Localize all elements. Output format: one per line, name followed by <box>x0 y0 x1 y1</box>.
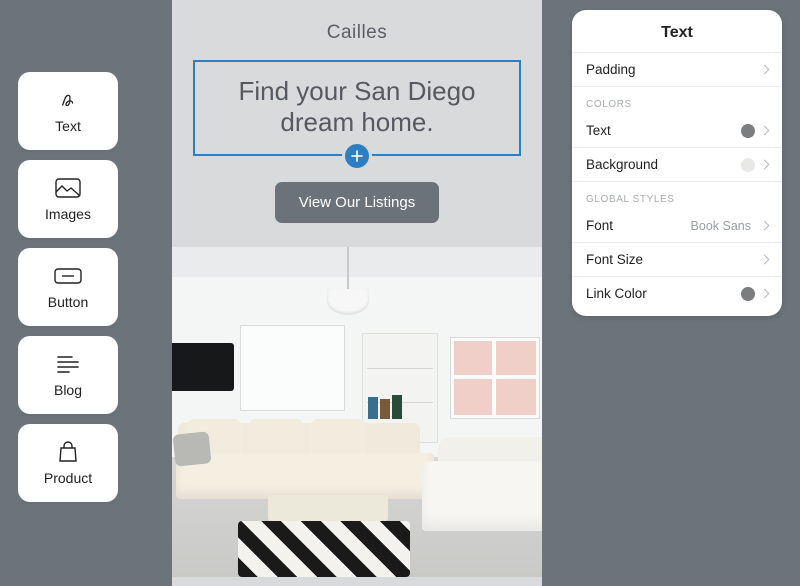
button-icon <box>54 264 82 288</box>
headline-block: Find your San Diego dream home. <box>193 60 521 156</box>
chevron-right-icon <box>760 289 770 299</box>
tool-text-label: Text <box>55 118 81 134</box>
inspector-row-font[interactable]: Font Book Sans <box>572 209 782 242</box>
tool-text[interactable]: Text <box>18 72 118 150</box>
chevron-right-icon <box>760 255 770 265</box>
cta-button[interactable]: View Our Listings <box>275 182 439 223</box>
cta-label: View Our Listings <box>299 194 415 211</box>
inspector-label: Background <box>586 157 658 172</box>
tool-button-label: Button <box>48 294 88 310</box>
ottoman-icon <box>238 521 410 577</box>
inspector-row-background-color[interactable]: Background <box>572 147 782 181</box>
inspector-label: Padding <box>586 62 636 77</box>
tool-blog[interactable]: Blog <box>18 336 118 414</box>
site-title[interactable]: Cailles <box>327 22 388 44</box>
headline-selected[interactable]: Find your San Diego dream home. <box>193 60 521 156</box>
inspector-label: Link Color <box>586 286 647 301</box>
inspector-label: Font <box>586 218 613 233</box>
chevron-right-icon <box>760 221 770 231</box>
inspector-panel: Text Padding COLORS Text Background GLOB… <box>572 10 782 316</box>
color-swatch-icon <box>741 287 755 301</box>
editor-canvas: Cailles Find your San Diego dream home. … <box>172 0 542 586</box>
inspector-row-text-color[interactable]: Text <box>572 114 782 147</box>
chevron-right-icon <box>760 126 770 136</box>
inspector-value: Book Sans <box>691 219 751 233</box>
blog-icon <box>54 352 82 376</box>
inspector-section-global: GLOBAL STYLES <box>572 181 782 209</box>
window-icon <box>240 325 345 411</box>
tool-product[interactable]: Product <box>18 424 118 502</box>
tv-icon <box>172 343 234 391</box>
coffee-table-icon <box>268 495 388 521</box>
chevron-right-icon <box>760 65 770 75</box>
tool-button[interactable]: Button <box>18 248 118 326</box>
sofa-icon <box>176 453 434 499</box>
inspector-label: Font Size <box>586 252 643 267</box>
chevron-right-icon <box>760 160 770 170</box>
tool-palette: Text Images Button Blog Product <box>18 72 118 502</box>
inspector-row-padding[interactable]: Padding <box>572 52 782 86</box>
inspector-title: Text <box>572 24 782 52</box>
add-block-button[interactable] <box>345 144 369 168</box>
headline-text[interactable]: Find your San Diego dream home. <box>205 76 509 138</box>
tool-images[interactable]: Images <box>18 160 118 238</box>
inspector-section-colors: COLORS <box>572 86 782 114</box>
image-icon <box>54 176 82 200</box>
plus-icon <box>351 150 363 162</box>
hero-image[interactable] <box>172 247 542 577</box>
tool-blog-label: Blog <box>54 382 82 398</box>
product-icon <box>54 440 82 464</box>
inspector-row-link-color[interactable]: Link Color <box>572 276 782 310</box>
tool-product-label: Product <box>44 470 92 486</box>
inspector-label: Text <box>586 123 611 138</box>
color-swatch-icon <box>741 124 755 138</box>
tool-images-label: Images <box>45 206 91 222</box>
color-swatch-icon <box>741 158 755 172</box>
text-icon <box>54 88 82 112</box>
inspector-row-font-size[interactable]: Font Size <box>572 242 782 276</box>
